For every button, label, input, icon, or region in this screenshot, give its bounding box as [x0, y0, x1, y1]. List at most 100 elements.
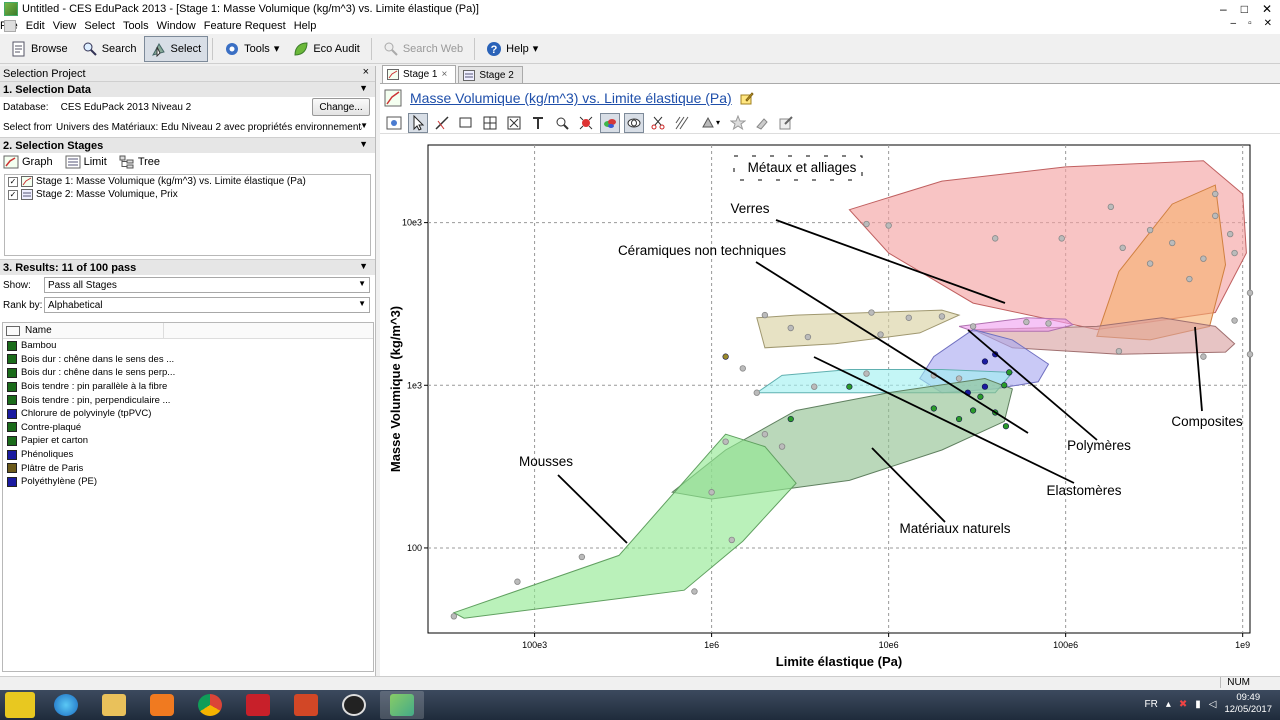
change-database-button[interactable]: Change... [312, 98, 370, 116]
family-label[interactable]: Composites [1171, 414, 1243, 429]
material-point-failed[interactable] [1107, 203, 1115, 211]
menu-edit[interactable]: Edit [26, 20, 53, 32]
material-point-failed[interactable] [450, 613, 458, 620]
material-point-failed[interactable] [1045, 320, 1052, 327]
collapse-icon[interactable]: ▼ [359, 139, 368, 149]
family-label[interactable]: Polymères [1067, 438, 1131, 453]
material-point-failed[interactable] [1212, 190, 1219, 198]
material-point-failed[interactable] [969, 323, 977, 330]
tab-close-icon[interactable]: × [441, 69, 447, 80]
tray-up-icon[interactable]: ▴ [1166, 699, 1171, 710]
cut-button[interactable] [648, 113, 668, 133]
result-item[interactable]: Phénoliques [3, 448, 373, 462]
minimize-button[interactable]: – [1220, 2, 1227, 16]
eraser-button[interactable] [752, 113, 772, 133]
search-button[interactable]: Search [75, 36, 144, 62]
tab-stage-1[interactable]: Stage 1 × [382, 65, 457, 83]
language-indicator[interactable]: FR [1144, 699, 1157, 710]
material-point-failed[interactable] [1119, 244, 1126, 252]
zoom-button[interactable] [552, 113, 572, 133]
volume-icon[interactable]: ◁ [1209, 699, 1217, 710]
selection-data-header[interactable]: 1. Selection Data ▼ [0, 81, 375, 97]
material-point-failed[interactable] [761, 311, 769, 319]
material-point-failed[interactable] [1231, 317, 1238, 324]
search-web-button[interactable]: Search Web [376, 36, 470, 62]
hatch-button[interactable] [672, 113, 692, 133]
family-label[interactable]: Matériaux naturels [899, 521, 1010, 536]
help-button[interactable]: ? Help ▾ [479, 36, 545, 62]
family-label[interactable]: Céramiques non techniques [618, 243, 786, 258]
result-item[interactable]: Chlorure de polyvinyle (tpPVC) [3, 407, 373, 421]
material-point-passed[interactable] [722, 353, 729, 360]
label-tool-button[interactable]: ▾ [696, 113, 724, 133]
menu-tools[interactable]: Tools [123, 20, 157, 32]
stage-item-1[interactable]: ✓ Stage 1: Masse Volumique (kg/m^3) vs. … [5, 175, 370, 188]
menu-view[interactable]: View [53, 20, 85, 32]
material-point-failed[interactable] [955, 375, 963, 382]
material-point-failed[interactable] [1212, 212, 1219, 220]
material-point-failed[interactable] [863, 220, 870, 228]
material-point-passed[interactable] [930, 405, 937, 412]
tray-flag-icon[interactable]: ✖ [1179, 699, 1187, 710]
doc-minimize-button[interactable]: – [1231, 18, 1237, 29]
select-from-dropdown[interactable]: Univers des Matériaux: Edu Niveau 2 avec… [52, 119, 372, 135]
material-point-failed[interactable] [1023, 318, 1030, 326]
edit-chart-button[interactable] [776, 113, 796, 133]
taskbar-edupack[interactable] [380, 691, 424, 719]
collapse-icon[interactable]: ▼ [359, 261, 368, 271]
family-label[interactable]: Elastomères [1046, 483, 1121, 498]
material-point-failed[interactable] [761, 431, 769, 438]
material-point-failed[interactable] [992, 235, 999, 242]
maximize-button[interactable]: □ [1241, 2, 1248, 16]
material-point-failed[interactable] [1231, 249, 1238, 257]
material-point-passed[interactable] [787, 415, 794, 423]
result-item[interactable]: Plâtre de Paris [3, 461, 373, 475]
material-point-failed[interactable] [739, 365, 746, 372]
taskbar-ie[interactable] [44, 691, 88, 719]
taskbar-chrome[interactable] [188, 691, 232, 719]
material-point-failed[interactable] [811, 383, 818, 390]
result-item[interactable]: Bois dur : chêne dans le sens des ... [3, 353, 373, 367]
material-point-passed[interactable] [969, 407, 977, 414]
menu-select[interactable]: Select [84, 20, 123, 32]
material-point-failed[interactable] [514, 578, 521, 585]
stage-item-2[interactable]: ✓ Stage 2: Masse Volumique, Prix [5, 188, 370, 201]
material-point-failed[interactable] [691, 588, 698, 595]
favorite-button[interactable] [728, 113, 748, 133]
show-dropdown[interactable]: Pass all Stages ▼ [44, 277, 370, 293]
autoscale-button[interactable] [576, 113, 596, 133]
panel-close-button[interactable]: × [363, 66, 369, 78]
material-point-passed[interactable] [1001, 382, 1008, 389]
browse-button[interactable]: Browse [4, 36, 75, 62]
material-point-failed[interactable] [1246, 351, 1254, 358]
limit-stage-button[interactable]: Limit [65, 155, 107, 169]
menu-help[interactable]: Help [294, 20, 325, 32]
material-point-failed[interactable] [708, 489, 715, 496]
material-point-passed[interactable] [846, 383, 853, 390]
rank-dropdown[interactable]: Alphabetical ▼ [44, 297, 370, 313]
taskbar-powerpoint[interactable] [284, 691, 328, 719]
doc-close-button[interactable]: ✕ [1264, 18, 1272, 29]
results-column-header[interactable]: Name [3, 323, 373, 339]
material-point-failed[interactable] [863, 370, 870, 377]
result-item[interactable]: Bambou [3, 339, 373, 353]
grid-select-button[interactable] [480, 113, 500, 133]
edit-icon[interactable] [740, 91, 754, 105]
taskbar-solidworks[interactable] [236, 691, 280, 719]
material-point-failed[interactable] [804, 333, 812, 341]
material-point-failed[interactable] [1200, 353, 1207, 360]
material-point-failed[interactable] [1226, 230, 1234, 238]
material-point-failed[interactable] [1186, 275, 1193, 283]
menu-window[interactable]: Window [157, 20, 204, 32]
material-point-failed[interactable] [778, 443, 786, 450]
material-point-passed[interactable] [1006, 369, 1013, 376]
text-tool-button[interactable] [528, 113, 548, 133]
show-families-button[interactable] [600, 112, 620, 133]
family-label[interactable]: Métaux et alliages [748, 160, 857, 175]
chart-title-link[interactable]: Masse Volumique (kg/m^3) vs. Limite élas… [410, 90, 732, 106]
selection-stages-header[interactable]: 2. Selection Stages ▼ [0, 137, 375, 153]
network-icon[interactable]: ▮ [1195, 699, 1201, 710]
line-select-button[interactable] [432, 113, 452, 133]
material-point-failed[interactable] [1200, 255, 1207, 262]
material-point-failed[interactable] [578, 553, 586, 561]
